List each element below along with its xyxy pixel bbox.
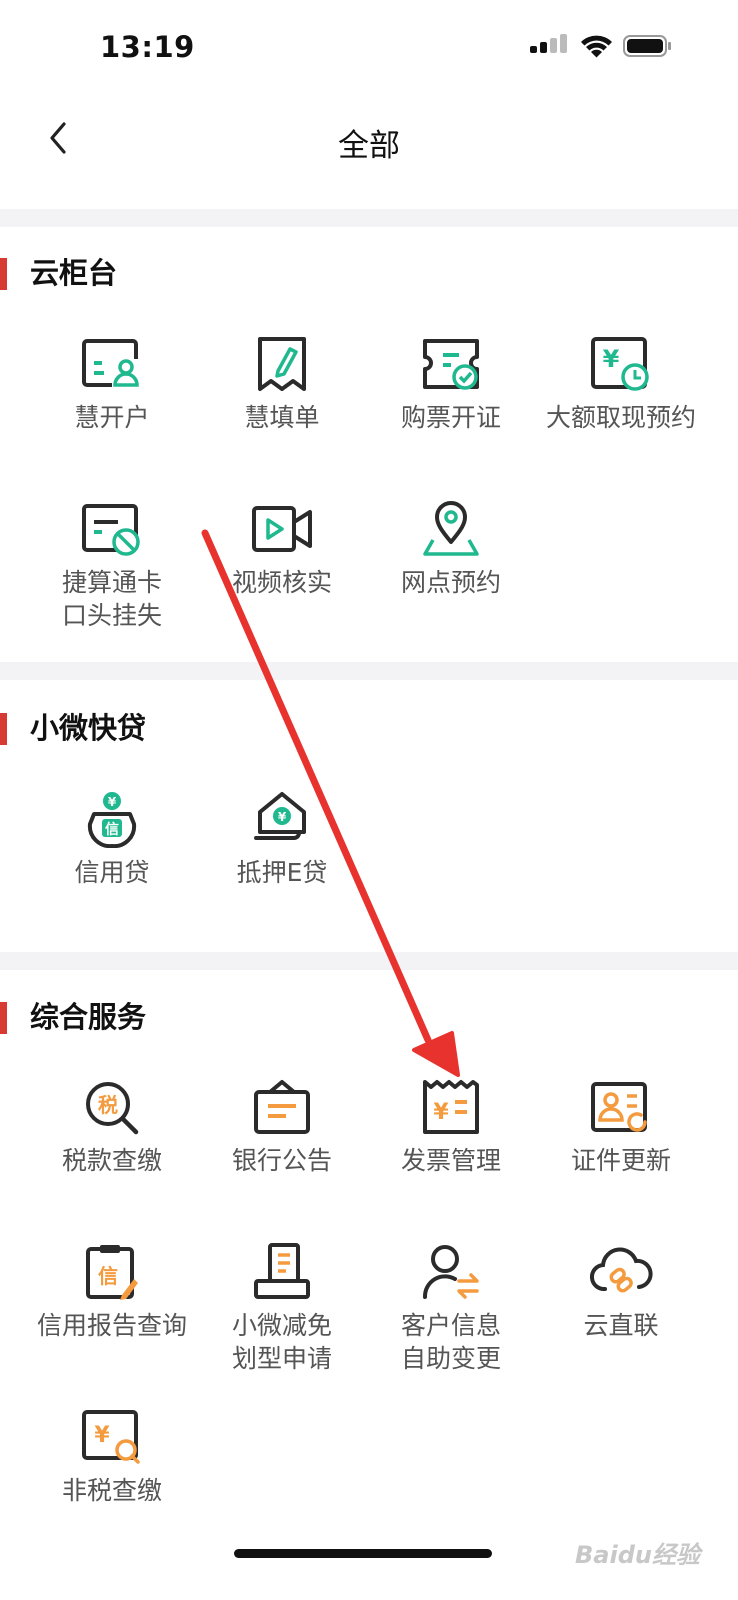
section-title: 小微快贷 xyxy=(30,711,147,745)
section-title: 云柜台 xyxy=(30,256,118,290)
svg-text:税: 税 xyxy=(98,1093,118,1117)
cellular-signal-icon xyxy=(530,34,567,53)
house-coin-icon: ¥ xyxy=(254,792,306,840)
cloud-link-icon xyxy=(590,1247,653,1293)
section-header-general-services: 综合服务 xyxy=(0,998,738,1038)
person-exchange-icon xyxy=(422,1245,479,1299)
section-accent-bar xyxy=(0,258,7,290)
svg-text:¥: ¥ xyxy=(108,795,117,809)
status-time: 13:19 xyxy=(100,30,195,64)
grid-item-branch-booking[interactable]: 网点预约 xyxy=(366,500,536,599)
section-title: 综合服务 xyxy=(30,1000,147,1034)
grid-item-invoice-management[interactable]: ¥ 发票管理 xyxy=(366,1078,536,1177)
grid-item-label: 客户信息 自助变更 xyxy=(400,1311,501,1373)
id-card-refresh-icon xyxy=(591,1082,647,1132)
tax-search-icon: 税 xyxy=(86,1082,139,1135)
grid-item-label: 慧开户 xyxy=(74,403,150,432)
location-pin-icon xyxy=(423,501,479,556)
document-stack-icon xyxy=(254,1243,310,1299)
ticket-check-icon xyxy=(423,339,479,390)
money-bag-icon: ¥ 信 xyxy=(87,792,137,848)
grid-item-card-loss-report[interactable]: 捷算通卡 口头挂失 xyxy=(27,500,197,632)
grid-item-id-update[interactable]: 证件更新 xyxy=(536,1078,706,1177)
grid-item-tax-payment[interactable]: 税 税款查缴 xyxy=(27,1078,197,1177)
section-divider xyxy=(0,209,738,227)
grid-item-label: 购票开证 xyxy=(400,403,501,432)
status-bar: 13:19 xyxy=(0,0,738,100)
grid-item-label: 发票管理 xyxy=(400,1146,501,1175)
svg-text:¥: ¥ xyxy=(94,1423,110,1448)
grid-item-cash-withdrawal-booking[interactable]: ¥ 大额取现预约 xyxy=(536,335,706,434)
section-divider xyxy=(0,662,738,680)
grid-item-micro-enterprise-classification[interactable]: 小微减免 划型申请 xyxy=(197,1243,367,1375)
grid-item-non-tax-payment[interactable]: ¥ 非税查缴 xyxy=(27,1408,197,1507)
grid-item-label: 小微减免 划型申请 xyxy=(231,1311,332,1373)
grid-item-credit-loan[interactable]: ¥ 信 信用贷 xyxy=(27,790,197,889)
grid-item-label: 视频核实 xyxy=(231,568,332,597)
grid-item-mortgage-e-loan[interactable]: ¥ 抵押E贷 xyxy=(197,790,367,889)
grid-item-label: 慧填单 xyxy=(244,403,320,432)
grid-item-fill-form[interactable]: 慧填单 xyxy=(197,335,367,434)
grid-item-label: 税款查缴 xyxy=(61,1146,162,1175)
grid-item-label: 证件更新 xyxy=(570,1146,671,1175)
card-block-icon xyxy=(82,504,140,556)
grid-item-label: 信用报告查询 xyxy=(36,1311,187,1340)
grid-item-buy-ticket-certificate[interactable]: 购票开证 xyxy=(366,335,536,434)
baidu-watermark: Baidu经验 xyxy=(575,1541,700,1569)
cash-clock-icon: ¥ xyxy=(591,337,649,391)
grid-item-label: 信用贷 xyxy=(74,858,150,887)
svg-text:¥: ¥ xyxy=(603,345,620,373)
battery-icon xyxy=(623,35,671,57)
section-header-micro-loan: 小微快贷 xyxy=(0,709,738,749)
grid-item-credit-report-query[interactable]: 信 信用报告查询 xyxy=(27,1243,197,1342)
grid-item-label: 大额取现预约 xyxy=(545,403,696,432)
invoice-icon: ¥ xyxy=(423,1080,479,1134)
grid-item-label: 非税查缴 xyxy=(61,1476,162,1505)
svg-text:¥: ¥ xyxy=(433,1100,449,1125)
page-title: 全部 xyxy=(338,128,400,164)
yuan-search-icon: ¥ xyxy=(82,1410,140,1464)
nav-bar: 全部 xyxy=(0,100,738,210)
grid-item-open-account[interactable]: 慧开户 xyxy=(27,335,197,434)
section-header-cloud-counter: 云柜台 xyxy=(0,254,738,294)
grid-item-video-verification[interactable]: 视频核实 xyxy=(197,500,367,599)
grid-item-bank-announcement[interactable]: 银行公告 xyxy=(197,1078,367,1177)
grid-item-label: 银行公告 xyxy=(231,1146,332,1175)
svg-text:信: 信 xyxy=(98,1264,118,1288)
grid-item-label: 云直联 xyxy=(583,1311,659,1340)
grid-item-label: 抵押E贷 xyxy=(236,858,328,887)
section-accent-bar xyxy=(0,713,7,745)
video-camera-icon xyxy=(252,506,312,552)
status-icons xyxy=(528,32,678,70)
home-indicator xyxy=(234,1549,492,1558)
receipt-pen-icon xyxy=(258,337,306,391)
wifi-icon xyxy=(581,35,612,58)
section-divider xyxy=(0,952,738,970)
svg-text:¥: ¥ xyxy=(278,810,287,824)
id-card-person-icon xyxy=(82,339,142,389)
grid-item-label: 网点预约 xyxy=(400,568,501,597)
notice-board-icon xyxy=(254,1080,310,1134)
clipboard-credit-icon: 信 xyxy=(86,1245,138,1300)
svg-text:信: 信 xyxy=(105,821,119,838)
section-accent-bar xyxy=(0,1002,7,1034)
grid-item-cloud-direct-link[interactable]: 云直联 xyxy=(536,1243,706,1342)
grid-item-label: 捷算通卡 口头挂失 xyxy=(61,568,162,630)
grid-item-customer-info-change[interactable]: 客户信息 自助变更 xyxy=(366,1243,536,1375)
